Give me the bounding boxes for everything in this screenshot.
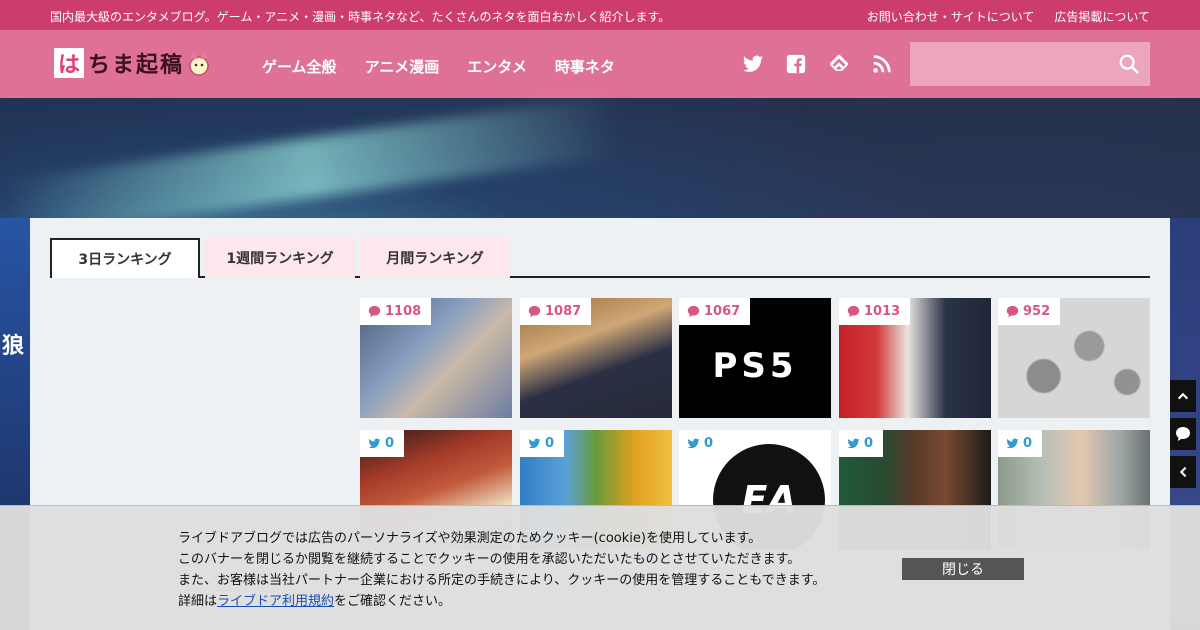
search-icon[interactable]	[1118, 53, 1140, 75]
cookie-detail-suffix: をご確認ください。	[334, 594, 452, 609]
mascot-icon	[189, 51, 209, 76]
tweet-count: 0	[520, 430, 565, 457]
count-value: 0	[864, 436, 874, 451]
count-value: 1108	[385, 304, 422, 319]
top-bar: 国内最大級のエンタメブログ。ゲーム・アニメ・漫画・時事ネタなど、たくさんのネタを…	[0, 0, 1200, 30]
comment-count: 952	[998, 298, 1061, 325]
cookie-banner: ライブドアブログでは広告のパーソナライズや効果測定のためクッキー(cookie)…	[0, 505, 1200, 630]
ranking-card[interactable]: 1013	[839, 298, 991, 418]
comment-icon	[687, 305, 700, 318]
search-box	[910, 42, 1150, 86]
terms-link[interactable]: ライブドア利用規約	[217, 594, 334, 609]
comment-count: 1067	[679, 298, 751, 325]
count-value: 0	[1023, 436, 1033, 451]
cookie-line: ライブドアブログでは広告のパーソナライズや効果測定のためクッキー(cookie)…	[178, 531, 762, 546]
site-logo[interactable]: は ちま起稿	[54, 46, 212, 80]
nav-entertainment[interactable]: エンタメ	[467, 56, 527, 77]
feedly-icon[interactable]	[828, 53, 850, 75]
logo-mark: は	[54, 48, 84, 78]
comment-count: 1087	[520, 298, 592, 325]
comment-icon	[1006, 305, 1019, 318]
count-value: 1013	[864, 304, 901, 319]
cookie-line: このバナーを閉じるか閲覧を継続することでクッキーの使用を承認いただいたものとさせ…	[178, 552, 801, 567]
count-value: 0	[545, 436, 555, 451]
twitter-icon	[1006, 438, 1019, 449]
site-header: は ちま起稿 ゲーム全般 アニメ漫画 エンタメ 時事ネタ	[0, 30, 1200, 98]
comment-icon	[847, 305, 860, 318]
twitter-icon	[368, 438, 381, 449]
tweet-count: 0	[998, 430, 1043, 457]
top-links: お問い合わせ・サイトについて 広告掲載について	[867, 8, 1150, 25]
cookie-detail-prefix: 詳細は	[178, 594, 218, 609]
count-value: 1087	[545, 304, 582, 319]
back-button[interactable]	[1170, 456, 1196, 488]
chevron-up-icon	[1177, 392, 1189, 400]
tab-3day-ranking[interactable]: 3日ランキング	[50, 238, 200, 278]
scroll-top-button[interactable]	[1170, 380, 1196, 412]
tweet-count: 0	[360, 430, 405, 457]
ps5-logo: PS5	[712, 346, 798, 386]
cookie-close-button[interactable]: 閉じる	[902, 558, 1024, 580]
twitter-icon	[687, 438, 700, 449]
cookie-message: ライブドアブログでは広告のパーソナライズや効果測定のためクッキー(cookie)…	[178, 528, 825, 612]
twitter-icon[interactable]	[742, 53, 764, 75]
ranking-card[interactable]: 952	[998, 298, 1150, 418]
count-value: 0	[704, 436, 714, 451]
count-value: 1067	[704, 304, 741, 319]
ranking-card[interactable]: PS5 1067	[679, 298, 831, 418]
chevron-left-icon	[1179, 466, 1187, 478]
cookie-line: また、お客様は当社パートナー企業における所定の手続きにより、クッキーの使用を管理…	[178, 573, 826, 588]
tweet-count: 0	[839, 430, 884, 457]
comment-icon	[368, 305, 381, 318]
facebook-icon[interactable]	[785, 53, 807, 75]
twitter-icon	[847, 438, 860, 449]
site-tagline: 国内最大級のエンタメブログ。ゲーム・アニメ・漫画・時事ネタなど、たくさんのネタを…	[50, 10, 671, 24]
contact-link[interactable]: お問い合わせ・サイトについて	[867, 8, 1035, 25]
rss-icon[interactable]	[871, 53, 893, 75]
nav-current-events[interactable]: 時事ネタ	[555, 56, 615, 77]
nav-games[interactable]: ゲーム全般	[262, 56, 337, 77]
hero-side-label: 狼	[1, 334, 24, 359]
comment-icon	[528, 305, 541, 318]
ranking-card[interactable]: 1108	[360, 298, 512, 418]
main-nav: ゲーム全般 アニメ漫画 エンタメ 時事ネタ	[262, 56, 615, 77]
cookie-line: 詳細はライブドア利用規約をご確認ください。	[178, 591, 825, 612]
ranking-tabs: 3日ランキング 1週間ランキング 月間ランキング	[50, 238, 1150, 278]
count-value: 0	[385, 436, 395, 451]
comment-icon	[1176, 427, 1190, 441]
comment-button[interactable]	[1170, 418, 1196, 450]
tweet-count: 0	[679, 430, 724, 457]
ranking-card[interactable]: 1087	[520, 298, 672, 418]
floating-buttons	[1170, 380, 1196, 494]
nav-anime-manga[interactable]: アニメ漫画	[365, 56, 440, 77]
ad-info-link[interactable]: 広告掲載について	[1054, 8, 1150, 25]
count-value: 952	[1023, 304, 1051, 319]
comment-count: 1108	[360, 298, 432, 325]
logo-text: ちま起稿	[88, 53, 185, 78]
tab-weekly-ranking[interactable]: 1週間ランキング	[205, 238, 355, 278]
comment-count: 1013	[839, 298, 911, 325]
tab-monthly-ranking[interactable]: 月間ランキング	[360, 238, 510, 278]
social-links	[742, 53, 893, 75]
search-input[interactable]	[910, 42, 1110, 86]
twitter-icon	[528, 438, 541, 449]
